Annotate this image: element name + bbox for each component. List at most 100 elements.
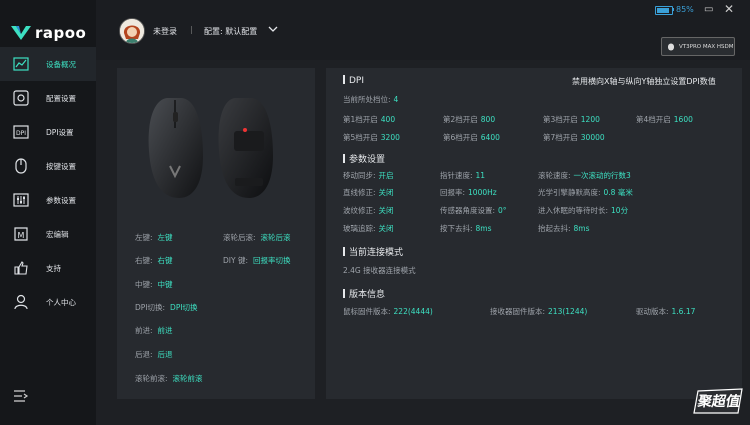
param-label: 进入休眠的等待时长:	[538, 206, 609, 215]
config-selector-label[interactable]: 配置: 默认配置	[204, 26, 257, 37]
macro-icon: M	[12, 225, 30, 243]
version-value: 1.6.17	[671, 307, 696, 316]
version-value: 213(1244)	[548, 307, 588, 316]
button-row-dpi: DPI切换: DPI切换	[135, 302, 198, 313]
dpi-level-label: 第4档开启	[636, 115, 671, 124]
sidebar-item-macro[interactable]: M 宏编辑	[0, 217, 96, 251]
dpi-level-3[interactable]: 第3档开启 1200	[543, 114, 600, 125]
param-sleep-time: 进入休眠的等待时长: 10分	[538, 205, 628, 216]
mouse-button-icon	[12, 157, 30, 175]
avatar[interactable]	[119, 18, 145, 44]
sidebar-nav: 设备概况 配置设置 DPI DPI设置 按键设置 参数设置 M 宏编辑 支持 个…	[0, 47, 96, 319]
connection-mode: 2.4G 接收器连接模式	[343, 266, 416, 275]
dpi-level-1[interactable]: 第1档开启 400	[343, 114, 395, 125]
battery-tip	[673, 8, 674, 11]
param-wheel-speed: 滚轮速度: 一次滚动的行数3	[538, 170, 631, 181]
param-pointer-speed: 指针速度: 11	[440, 170, 485, 181]
param-sensor-angle: 传感器角度设置: 0°	[440, 205, 507, 216]
dpi-level-5[interactable]: 第5档开启 3200	[343, 132, 400, 143]
param-value: 开启	[378, 171, 394, 180]
key-label: 中键:	[135, 280, 153, 289]
sidebar-item-overview[interactable]: 设备概况	[0, 47, 96, 81]
key-value[interactable]: DPI切换	[170, 303, 198, 312]
version-label: 接收器固件版本:	[490, 307, 546, 316]
device-mouse-icon	[668, 43, 674, 50]
dpi-current-value: 4	[393, 95, 399, 104]
dpi-level-label: 第5档开启	[343, 133, 378, 142]
sidebar-item-params[interactable]: 参数设置	[0, 183, 96, 217]
params-section-title: 参数设置	[343, 152, 385, 165]
key-label: 滚轮后滚:	[223, 233, 256, 242]
button-row-right: 右键: 右键	[135, 255, 173, 266]
key-label: DPI切换:	[135, 303, 166, 312]
version-section-title: 版本信息	[343, 287, 385, 300]
dpi-level-7[interactable]: 第7档开启 30000	[543, 132, 605, 143]
device-name: VT3PRO MAX HSDM	[679, 43, 734, 50]
minimize-button[interactable]: ▭	[704, 4, 713, 15]
dpi-level-2[interactable]: 第2档开启 800	[443, 114, 495, 125]
key-value[interactable]: 前进	[158, 326, 173, 335]
key-value[interactable]: 中键	[158, 280, 173, 289]
sidebar-item-buttons[interactable]: 按键设置	[0, 149, 96, 183]
sidebar-item-support[interactable]: 支持	[0, 251, 96, 285]
param-value: 关闭	[378, 206, 394, 215]
menu-icon[interactable]	[13, 389, 29, 405]
param-lift-off-distance: 光学引擎静默高度: 0.8 毫米	[538, 187, 633, 198]
sidebar-item-config[interactable]: 配置设置	[0, 81, 96, 115]
chevron-down-icon[interactable]	[268, 24, 278, 36]
param-value: 关闭	[378, 188, 394, 197]
dpi-current-label: 当前所处档位:	[343, 95, 391, 104]
driver-version: 驱动版本: 1.6.17	[636, 306, 695, 317]
sidebar-item-label: 参数设置	[46, 195, 76, 205]
version-label: 驱动版本:	[636, 307, 669, 316]
close-button[interactable]: ✕	[724, 2, 734, 16]
key-value[interactable]: 滚轮前滚	[173, 374, 203, 383]
header-separator: |	[190, 25, 193, 34]
device-selector[interactable]: VT3PRO MAX HSDM	[661, 37, 735, 56]
key-value[interactable]: 后退	[158, 350, 173, 359]
dpi-level-label: 第6档开启	[443, 133, 478, 142]
key-value[interactable]: 回报率切换	[253, 256, 291, 265]
key-label: DIY 键:	[223, 256, 248, 265]
settings-icon	[12, 89, 30, 107]
param-label: 玻璃追踪:	[343, 224, 376, 233]
button-row-forward: 前进: 前进	[135, 325, 173, 336]
param-value: 10分	[611, 206, 629, 215]
battery-percent: 85%	[676, 5, 694, 14]
login-status[interactable]: 未登录	[153, 26, 177, 37]
dpi-level-label: 第2档开启	[443, 115, 478, 124]
mouse-firmware-version: 鼠标固件版本: 222(4444)	[343, 306, 433, 317]
button-row-middle: 中键: 中键	[135, 279, 173, 290]
param-angle-snap: 直线修正: 关闭	[343, 187, 394, 198]
sidebar-item-label: 宏编辑	[46, 229, 69, 239]
sidebar-item-label: 支持	[46, 263, 61, 273]
svg-text:M: M	[18, 231, 25, 240]
sidebar-item-dpi[interactable]: DPI DPI设置	[0, 115, 96, 149]
dpi-independent-note: 禁用横向X轴与纵向Y轴独立设置DPI数值	[572, 77, 716, 86]
param-value: 11	[475, 171, 486, 180]
param-label: 滚轮速度:	[538, 171, 571, 180]
dpi-level-6[interactable]: 第6档开启 6400	[443, 132, 500, 143]
sidebar-item-label: 配置设置	[46, 93, 76, 103]
battery-fill	[657, 8, 669, 13]
param-label: 波纹修正:	[343, 206, 376, 215]
params-title-text: 参数设置	[349, 155, 386, 165]
button-row-wheel-back: 滚轮后滚: 滚轮后滚	[223, 232, 291, 243]
connection-title-text: 当前连接模式	[349, 248, 404, 258]
dpi-level-value: 3200	[380, 133, 400, 142]
sidebar-item-profile[interactable]: 个人中心	[0, 285, 96, 319]
dpi-title-text: DPI	[349, 76, 365, 86]
thumbs-up-icon	[12, 259, 30, 277]
mouse-overview-panel: 左键: 左键 滚轮后滚: 滚轮后滚 右键: 右键 DIY 键: 回报率切换 中键: 中键 …	[117, 68, 315, 399]
key-value[interactable]: 左键	[158, 233, 173, 242]
param-label: 指针速度:	[440, 171, 473, 180]
key-label: 后退:	[135, 350, 153, 359]
param-label: 抬起去抖:	[538, 224, 571, 233]
watermark-text: 聚超值	[696, 394, 742, 410]
dpi-level-4[interactable]: 第4档开启 1600	[636, 114, 693, 125]
dpi-level-value: 30000	[580, 133, 605, 142]
key-value[interactable]: 滚轮后滚	[261, 233, 291, 242]
device-info-panel: DPI 禁用横向X轴与纵向Y轴独立设置DPI数值 当前所处档位: 4 第1档开启 4…	[326, 68, 742, 399]
key-value[interactable]: 右键	[158, 256, 173, 265]
dpi-level-value: 6400	[480, 133, 500, 142]
